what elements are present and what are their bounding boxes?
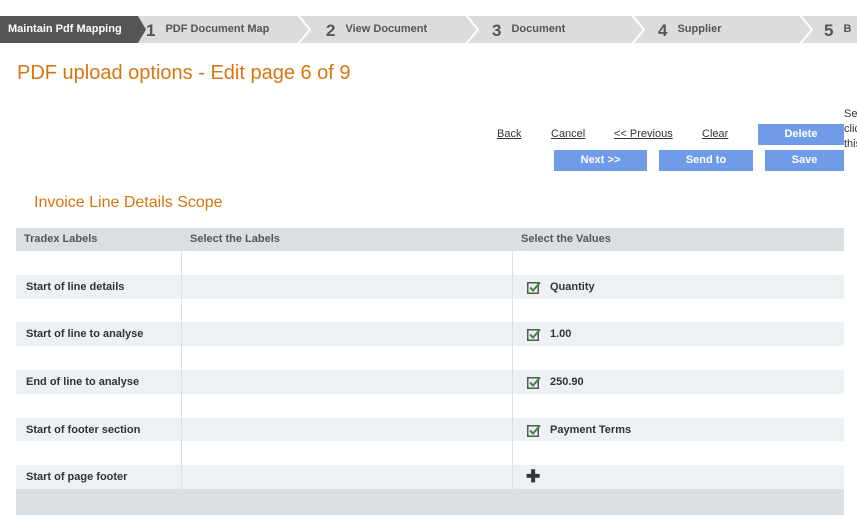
column-divider — [181, 369, 182, 394]
column-divider — [512, 322, 513, 347]
wizard-separator — [631, 16, 646, 43]
tradex-label: Start of line details — [26, 280, 125, 293]
selected-value: 1.00 — [550, 328, 572, 341]
help-text-line: clic — [844, 123, 857, 135]
column-divider — [512, 465, 513, 489]
column-divider — [181, 465, 182, 489]
table-row: Start of page footer ✚ — [16, 465, 844, 489]
table-row: Start of line to analyse 1.00 — [16, 322, 844, 347]
selected-value: Payment Terms — [550, 423, 632, 436]
column-header-select-values: Select the Values — [521, 233, 611, 245]
wizard-step-number: 2 — [326, 21, 336, 40]
checked-icon[interactable] — [527, 424, 541, 437]
wizard-steps-bar: Maintain Pdf Mapping 1 PDF Document Map 2… — [0, 16, 857, 43]
column-divider — [181, 251, 182, 275]
page-title: PDF upload options - Edit page 6 of 9 — [17, 62, 351, 84]
tradex-label: End of line to analyse — [26, 375, 140, 388]
wizard-step-number: 5 — [824, 21, 834, 40]
table-row — [16, 393, 844, 418]
column-header-tradex-labels: Tradex Labels — [24, 233, 98, 245]
wizard-step-label: Supplier — [677, 23, 722, 35]
clear-link[interactable]: Clear — [702, 128, 728, 140]
column-divider — [512, 441, 513, 466]
column-divider — [512, 346, 513, 370]
wizard-step-number: 3 — [492, 21, 502, 40]
mapping-table: Tradex Labels Select the Labels Select t… — [16, 228, 844, 515]
column-divider — [512, 251, 513, 275]
table-row: End of line to analyse 250.90 — [16, 369, 844, 394]
wizard-step-3[interactable]: 3 Document — [492, 16, 565, 43]
wizard-step-label: View Document — [345, 23, 428, 35]
wizard-step-label: Document — [511, 23, 566, 35]
tradex-label: Start of footer section — [26, 423, 141, 436]
table-footer — [16, 488, 844, 515]
section-title: Invoice Line Details Scope — [34, 194, 223, 211]
column-divider — [512, 274, 513, 299]
column-divider — [512, 369, 513, 394]
table-row: Start of line details Quantity — [16, 274, 844, 299]
wizard-separator — [465, 16, 480, 43]
column-header-select-labels: Select the Labels — [190, 233, 280, 245]
checked-icon[interactable] — [527, 281, 541, 294]
column-divider — [512, 417, 513, 442]
wizard-current-step: Maintain Pdf Mapping — [0, 16, 130, 43]
add-value-icon[interactable]: ✚ — [526, 468, 540, 486]
selected-value: Quantity — [550, 280, 595, 293]
column-divider — [512, 298, 513, 323]
column-divider — [181, 274, 182, 299]
column-divider — [181, 346, 182, 370]
back-link[interactable]: Back — [497, 128, 521, 140]
next-button[interactable]: Next >> — [554, 150, 647, 171]
wizard-step-1[interactable]: 1 PDF Document Map — [146, 16, 269, 43]
wizard-step-5[interactable]: 5B — [824, 16, 851, 43]
checked-icon[interactable] — [527, 328, 541, 342]
column-divider — [512, 393, 513, 418]
column-divider — [181, 322, 182, 347]
column-divider — [181, 393, 182, 418]
wizard-separator — [799, 16, 814, 43]
save-button[interactable]: Save — [765, 150, 844, 171]
column-divider — [181, 441, 182, 466]
column-divider — [181, 417, 182, 442]
wizard-step-number: 1 — [146, 21, 156, 40]
wizard-step-label: PDF Document Map — [165, 23, 270, 35]
help-text-line: this — [844, 138, 857, 150]
table-row: Start of footer section Payment Terms — [16, 417, 844, 442]
tradex-label: Start of page footer — [26, 471, 128, 484]
delete-button[interactable]: Delete — [758, 124, 844, 145]
tradex-label: Start of line to analyse — [26, 328, 144, 341]
table-row — [16, 441, 844, 466]
table-row — [16, 346, 844, 370]
help-text: Se clic this — [844, 107, 857, 152]
cancel-link[interactable]: Cancel — [551, 128, 585, 140]
wizard-step-number: 4 — [658, 21, 668, 40]
wizard-step-2[interactable]: 2 View Document — [326, 16, 427, 43]
wizard-step-4[interactable]: 4 Supplier — [658, 16, 721, 43]
column-divider — [181, 298, 182, 323]
wizard-separator — [297, 16, 312, 43]
help-text-line: Se — [844, 108, 857, 120]
selected-value: 250.90 — [550, 375, 584, 388]
send-to-button[interactable]: Send to — [659, 150, 753, 171]
table-header: Tradex Labels Select the Labels Select t… — [16, 228, 844, 251]
wizard-separator — [130, 16, 146, 43]
wizard-step-label: B — [843, 23, 852, 35]
checked-icon[interactable] — [527, 376, 541, 389]
table-row — [16, 298, 844, 323]
table-row — [16, 251, 844, 275]
previous-link[interactable]: << Previous — [614, 128, 673, 140]
